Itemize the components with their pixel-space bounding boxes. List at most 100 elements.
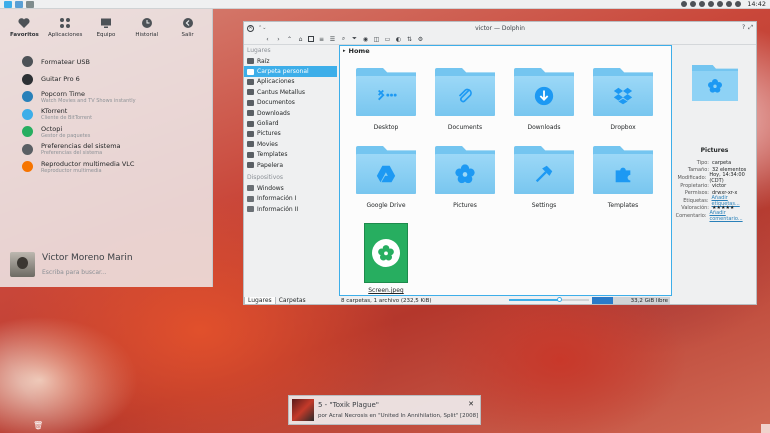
list-item[interactable]: Preferencias del sistema Preferencias del… [0, 141, 212, 159]
free-space-fill [592, 297, 614, 304]
battery-icon[interactable] [735, 1, 742, 7]
filter-icon[interactable]: ⏷ [351, 35, 358, 43]
tab-applications[interactable]: Aplicaciones [45, 17, 85, 49]
home-icon[interactable]: ⌂ [297, 36, 304, 43]
window-menu-icon[interactable]: ⌃⌄ [258, 25, 266, 31]
sidebar-item-applications[interactable]: Aplicaciones [244, 77, 339, 87]
folder-item[interactable]: Templates [588, 146, 658, 209]
menu-launcher-icon[interactable] [4, 0, 12, 8]
breadcrumb-home[interactable]: Home [349, 47, 370, 55]
list-item[interactable]: Octopi Gestor de paquetes [0, 123, 212, 141]
tab-leave[interactable]: Salir [168, 17, 208, 49]
info-key: Permisos: [684, 190, 709, 197]
help-icon[interactable]: ? [742, 24, 745, 32]
folder-item[interactable]: Dropbox [588, 68, 658, 131]
sidebar-item-root[interactable]: Raíz [244, 56, 339, 66]
app-name: Preferencias del sistema [41, 142, 121, 151]
sidebar-item-info-2[interactable]: Información II [244, 204, 339, 214]
forward-icon[interactable]: › [275, 36, 282, 43]
list-item[interactable]: Guitar Pro 6 [0, 71, 212, 89]
trash-icon[interactable]: 🗑 [33, 421, 43, 431]
tab-folders[interactable]: Carpetas [276, 297, 309, 304]
settings-icon [22, 143, 33, 155]
list-item[interactable]: Reproductor multimedia VLC Reproductor mu… [0, 158, 212, 176]
file-name: Downloads [527, 124, 561, 131]
folder-icon [356, 146, 416, 194]
tab-computer[interactable]: Equipo [86, 17, 126, 49]
places-header: Lugares [247, 47, 271, 54]
close-icon[interactable]: ✕ [467, 400, 475, 408]
clipboard-icon[interactable] [699, 1, 706, 7]
list-item[interactable]: Formatear USB [0, 53, 212, 71]
details-view-icon[interactable]: ☰ [329, 36, 336, 43]
search-icon[interactable]: ⌕ [340, 35, 347, 43]
chevron-right-icon[interactable]: ▸ [343, 48, 346, 54]
app-name: Guitar Pro 6 [41, 75, 80, 84]
file-manager-icon[interactable] [15, 0, 23, 8]
folder-item[interactable]: Google Drive [351, 146, 421, 209]
free-space-bar[interactable]: 33,2 GiB libre [592, 297, 670, 304]
app-description: Preferencias del sistema [41, 150, 103, 157]
close-icon[interactable]: ✕ [247, 24, 254, 32]
sidebar-item-windows[interactable]: Windows [244, 183, 339, 193]
info-key: Comentario: [675, 212, 707, 219]
info-title: Pictures [700, 147, 729, 154]
app-name: Octopi [41, 124, 63, 133]
clock-icon [141, 18, 152, 28]
file-item[interactable]: Screen.jpeg [351, 223, 421, 294]
list-item[interactable]: Popcorn Time Watch Movies and TV Shows in… [0, 88, 212, 106]
sidebar-item-trash[interactable]: Papelera [244, 160, 339, 170]
tab-places[interactable]: Lugares [244, 296, 276, 305]
compact-view-icon[interactable]: ≡ [318, 36, 325, 43]
folder-item[interactable]: Desktop [351, 68, 421, 131]
sidebar-item-cantus-metallus[interactable]: Cantus Metallus [244, 87, 339, 97]
folder-item[interactable]: Documents [430, 68, 500, 131]
bluetooth-icon[interactable] [726, 1, 733, 7]
folder-item[interactable]: Downloads [509, 68, 579, 131]
sort-icon[interactable]: ⇅ [406, 36, 413, 43]
sidebar-item-downloads[interactable]: Downloads [244, 108, 339, 118]
list-item[interactable]: KTorrent Cliente de BitTorrent [0, 106, 212, 124]
info-icon[interactable]: ◐ [395, 36, 402, 43]
folder-item[interactable]: Pictures [430, 146, 500, 209]
flower-icon [378, 245, 394, 261]
split-icon[interactable]: ◫ [373, 36, 380, 43]
top-panel: 14:42 [0, 0, 770, 9]
status-summary: 8 carpetas, 1 archivo (232,5 KiB) [341, 297, 432, 304]
now-playing-notification[interactable]: 5 - "Toxik Plague" por Acral Necrosis en… [288, 395, 481, 425]
updates-icon[interactable] [717, 1, 724, 7]
search-input[interactable]: Escriba para buscar... [42, 269, 133, 276]
popcorn-icon [22, 91, 33, 103]
sidebar-item-pictures[interactable]: Pictures [244, 129, 339, 139]
sidebar-item-movies[interactable]: Movies [244, 139, 339, 149]
sidebar-item-goliard[interactable]: Goliard [244, 118, 339, 128]
tab-history[interactable]: Historial [127, 17, 167, 49]
sidebar-item-templates[interactable]: Templates [244, 150, 339, 160]
add-comment-link[interactable]: Añadir comentario... [709, 210, 757, 222]
notifications-icon[interactable] [708, 1, 715, 7]
sidebar-item-info-1[interactable]: Información I [244, 194, 339, 204]
network-icon[interactable] [681, 1, 688, 7]
sidebar-item-documents[interactable]: Documentos [244, 98, 339, 108]
preview-icon[interactable]: ◉ [362, 36, 369, 43]
tab-label: Favoritos [9, 32, 39, 38]
window-icon[interactable] [26, 0, 34, 8]
zoom-slider[interactable] [509, 297, 589, 302]
up-icon[interactable]: ⌃ [286, 36, 293, 43]
folder-icon [247, 120, 254, 127]
gear-icon[interactable]: ⚙ [417, 36, 424, 43]
back-icon[interactable]: ‹ [264, 36, 271, 43]
volume-icon[interactable] [690, 1, 697, 7]
folder-item[interactable]: Settings [509, 146, 579, 209]
clock[interactable]: 14:42 [747, 0, 766, 8]
icons-view-icon[interactable] [308, 36, 314, 42]
notification-title: 5 - "Toxik Plague" [318, 401, 380, 409]
drive-icon [247, 195, 254, 202]
desktop-toolbox-icon[interactable] [761, 424, 770, 433]
sidebar-item-home[interactable]: Carpeta personal [244, 66, 337, 77]
terminal-icon[interactable]: ▭ [384, 36, 391, 43]
maximize-icon[interactable]: ⤢ [748, 24, 753, 32]
tab-favorites[interactable]: Favoritos [4, 17, 44, 49]
hammer-icon [535, 165, 553, 183]
zoom-slider-handle[interactable] [556, 297, 562, 302]
